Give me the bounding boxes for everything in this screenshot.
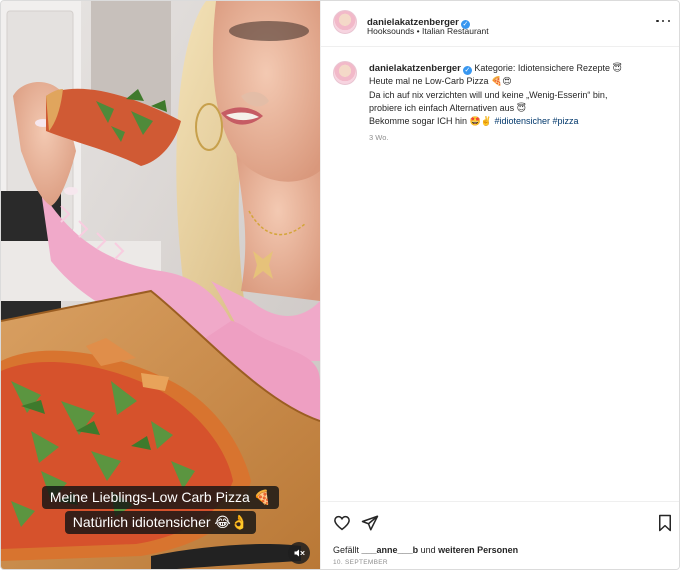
- more-options-button[interactable]: [656, 15, 670, 27]
- caption-line-2: Heute mal ne Low-Carb Pizza 🍕😍: [369, 76, 512, 87]
- speaker-muted-icon: [294, 549, 305, 557]
- subtitle-separator: •: [416, 26, 420, 36]
- caption-line-3: Da ich auf nix verzichten will und keine…: [369, 89, 608, 100]
- audio-link[interactable]: Hooksounds: [367, 26, 414, 36]
- caption-line-1: danielakatzenberger ✓ Kategorie: Idiotens…: [369, 63, 622, 75]
- post-time-ago[interactable]: 3 Wo.: [369, 133, 388, 142]
- heart-outline-icon[interactable]: [333, 514, 351, 532]
- more-horizontal-icon: [656, 19, 659, 23]
- post-actions: Gefällt ___anne___b und weiteren Persone…: [321, 501, 679, 569]
- bookmark-outline-icon[interactable]: [657, 514, 673, 532]
- video-caption-line-2: Natürlich idiotensicher 😂👌: [64, 511, 257, 534]
- post-details-panel: danielakatzenberger ✓ Hooksounds • Italia…: [320, 1, 679, 569]
- verified-badge-icon: ✓: [462, 66, 472, 75]
- caption-text: danielakatzenberger ✓ Kategorie: Idiotens…: [369, 62, 674, 128]
- video-caption-overlay: Meine Lieblings-Low Carb Pizza 🍕 Natürli…: [1, 486, 320, 536]
- hashtag-pizza[interactable]: #pizza: [553, 116, 579, 126]
- post-subtitle: Hooksounds • Italian Restaurant: [367, 26, 489, 36]
- mute-button[interactable]: [288, 542, 310, 564]
- liked-by-user[interactable]: ___anne___b: [362, 545, 419, 555]
- liked-by-others-link[interactable]: weiteren Personen: [438, 545, 518, 555]
- caption-author-username[interactable]: danielakatzenberger: [369, 63, 461, 74]
- liked-by-connector: und: [420, 545, 436, 555]
- video-caption-line-1: Meine Lieblings-Low Carb Pizza 🍕: [41, 486, 280, 509]
- author-avatar[interactable]: [333, 10, 357, 34]
- liked-by-prefix: Gefällt: [333, 545, 360, 555]
- liked-by-summary: Gefällt ___anne___b und weiteren Persone…: [333, 545, 518, 555]
- caption-author-avatar[interactable]: [333, 61, 357, 85]
- location-link[interactable]: Italian Restaurant: [422, 26, 489, 36]
- post-video[interactable]: Meine Lieblings-Low Carb Pizza 🍕 Natürli…: [1, 1, 320, 569]
- post-header: danielakatzenberger ✓ Hooksounds • Italia…: [321, 1, 679, 47]
- video-frame-illustration: [1, 1, 320, 569]
- caption-line-5: Bekomme sogar ICH hin 🤩✌️ #idiotensicher…: [369, 116, 579, 127]
- hashtag-idiotensicher[interactable]: #idiotensicher: [494, 116, 550, 126]
- paper-plane-icon[interactable]: [361, 514, 379, 532]
- instagram-post-modal: Meine Lieblings-Low Carb Pizza 🍕 Natürli…: [0, 0, 680, 570]
- caption-line-4: probiere ich einfach Alternativen aus 😇: [369, 102, 526, 113]
- post-date: 10. SEPTEMBER: [333, 559, 388, 566]
